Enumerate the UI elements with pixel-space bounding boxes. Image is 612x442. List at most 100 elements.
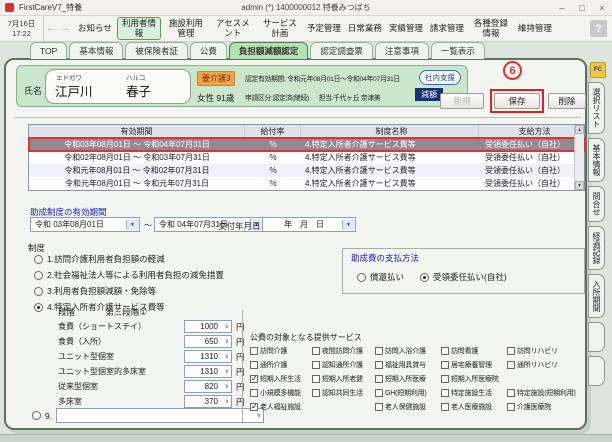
checkbox-icon[interactable] — [441, 389, 449, 397]
assistant-icon[interactable]: FC — [590, 62, 606, 78]
checkbox-icon[interactable] — [312, 389, 320, 397]
service-option[interactable]: 老人福祉施設 — [250, 400, 312, 414]
side-tab[interactable]: 選択リスト — [588, 82, 605, 134]
service-option[interactable]: 介護医療院 — [507, 400, 585, 414]
checkbox-icon[interactable] — [250, 403, 258, 411]
service-option[interactable]: 短期入所医療院 — [441, 372, 507, 386]
radio-icon[interactable] — [34, 303, 43, 312]
new-button[interactable]: 新規 — [440, 93, 484, 109]
service-option[interactable]: 老人保健施設 — [375, 400, 441, 414]
main-menu-item[interactable]: 予定管理 — [305, 17, 343, 40]
main-menu-item[interactable]: 請求管理 — [428, 17, 466, 40]
service-option[interactable] — [507, 372, 585, 386]
main-menu-item[interactable]: 日常業務 — [346, 17, 384, 40]
service-option[interactable]: 通所介護 — [250, 358, 312, 372]
side-tab[interactable]: 入所期間 — [588, 274, 605, 318]
service-option[interactable]: 老人医療施設 — [441, 400, 507, 414]
service-option[interactable]: 認知通所介護 — [312, 358, 375, 372]
fee-select[interactable]: 1310 — [184, 365, 232, 378]
main-menu-item[interactable]: サービス計画 — [258, 17, 302, 40]
service-option[interactable]: 居宅療養管理 — [441, 358, 507, 372]
scroll-down-icon[interactable]: ▼ — [575, 181, 584, 190]
checkbox-icon[interactable] — [375, 361, 383, 369]
record-tab[interactable]: 一覧表示 — [431, 42, 485, 59]
fee-select[interactable]: 820 — [184, 380, 232, 393]
record-tab[interactable]: 注意事項 — [375, 42, 429, 59]
fee-select[interactable]: 1310 — [184, 350, 232, 363]
record-tab[interactable]: 認定調査票 — [310, 42, 373, 59]
fee-select[interactable]: 370 — [184, 395, 232, 408]
checkbox-icon[interactable] — [441, 361, 449, 369]
other-system-select[interactable] — [56, 408, 264, 423]
record-tab[interactable]: 基本情報 — [69, 42, 123, 59]
checkbox-icon[interactable] — [507, 403, 515, 411]
checkbox-icon[interactable] — [375, 375, 383, 383]
record-tab[interactable]: TOP — [30, 42, 67, 59]
checkbox-icon[interactable] — [250, 389, 258, 397]
table-scrollbar[interactable]: ▲ ▼ — [574, 125, 584, 190]
side-tab[interactable]: 基本情報 — [588, 138, 605, 182]
service-option[interactable]: 訪問リハビリ — [507, 344, 585, 358]
service-option[interactable]: 短期入所医療 — [375, 372, 441, 386]
service-option[interactable]: 訪問介護 — [250, 344, 312, 358]
table-row[interactable]: 令和03年08月01日 ～ 令和04年07月31日 ％ 4.特定入所者介護サービ… — [29, 138, 584, 151]
main-menu-item[interactable]: お知らせ — [76, 17, 114, 40]
checkbox-icon[interactable] — [375, 389, 383, 397]
service-option[interactable] — [312, 400, 375, 414]
radio-icon[interactable] — [420, 273, 429, 282]
service-option[interactable]: 訪問看護 — [441, 344, 507, 358]
service-option[interactable]: GH(短期利用) — [375, 386, 441, 400]
close-icon[interactable]: × — [592, 0, 612, 15]
checkbox-icon[interactable] — [441, 403, 449, 411]
service-option[interactable]: 認知共同生活 — [312, 386, 375, 400]
main-menu-item[interactable]: 施設利用管理 — [164, 17, 208, 40]
record-tab[interactable]: 被保険者証 — [125, 42, 188, 59]
checkbox-icon[interactable] — [375, 347, 383, 355]
payment-option[interactable]: 受領委任払い(自社) — [420, 271, 507, 283]
forward-arrow-icon[interactable]: → — [58, 16, 72, 41]
side-tab[interactable] — [588, 356, 605, 386]
checkbox-icon[interactable] — [507, 347, 515, 355]
main-menu-item[interactable]: アセスメント — [211, 17, 255, 40]
radio-icon[interactable] — [32, 411, 41, 420]
fee-select[interactable]: 1000 — [184, 320, 232, 333]
record-tab[interactable]: 負担額減額認定 — [229, 42, 309, 59]
checkbox-icon[interactable] — [250, 347, 258, 355]
checkbox-icon[interactable] — [441, 347, 449, 355]
checkbox-icon[interactable] — [250, 375, 258, 383]
scroll-up-icon[interactable]: ▲ — [575, 125, 584, 134]
checkbox-icon[interactable] — [312, 375, 320, 383]
minimize-icon[interactable]: – — [552, 0, 572, 15]
issue-date-select[interactable]: 年 月 日 — [262, 217, 356, 232]
fee-select[interactable]: 650 — [184, 335, 232, 348]
radio-icon[interactable] — [34, 271, 43, 280]
service-option[interactable]: 福祉用具貸与 — [375, 358, 441, 372]
maximize-icon[interactable]: □ — [572, 0, 592, 15]
side-tab[interactable]: 経過記録 — [588, 226, 605, 270]
checkbox-icon[interactable] — [375, 403, 383, 411]
system-option[interactable]: 2.社会福祉法人等による利用者負担の減免措置 — [34, 269, 224, 281]
service-option[interactable]: 短期入所生活 — [250, 372, 312, 386]
system-option[interactable]: 1.訪問介護利用者負担額の軽減 — [34, 253, 224, 265]
service-option[interactable]: 短期入所老健 — [312, 372, 375, 386]
table-row[interactable]: 令和02年08月01日 ～ 令和03年07月31日 ％ 4.特定入所者介護サービ… — [29, 151, 584, 164]
service-option[interactable]: 特定施設生活 — [441, 386, 507, 400]
checkbox-icon[interactable] — [250, 361, 258, 369]
checkbox-icon[interactable] — [507, 389, 515, 397]
delete-button[interactable]: 削除 — [548, 93, 586, 109]
back-arrow-icon[interactable]: ← — [44, 16, 58, 41]
main-menu-item[interactable]: 実績管理 — [387, 17, 425, 40]
side-tab[interactable]: 問合せ — [588, 186, 605, 222]
service-option[interactable]: 特定施設(短期利用) — [507, 386, 585, 400]
radio-icon[interactable] — [357, 273, 366, 282]
record-tab[interactable]: 公費 — [190, 42, 227, 59]
service-option[interactable]: 訪問入浴介護 — [375, 344, 441, 358]
table-row[interactable]: 令和元年08月01日 ～ 令和02年07月31日 ％ 4.特定入所者介護サービス… — [29, 164, 584, 177]
save-button[interactable]: 保存 — [494, 93, 540, 109]
service-option[interactable]: 通所リハビリ — [507, 358, 585, 372]
main-menu-item[interactable]: 利用者情報 — [117, 17, 161, 40]
checkbox-icon[interactable] — [441, 375, 449, 383]
radio-icon[interactable] — [34, 287, 43, 296]
main-menu-item[interactable]: 維持管理 — [516, 17, 554, 40]
main-menu-item[interactable]: 各種登録情報 — [469, 17, 513, 40]
